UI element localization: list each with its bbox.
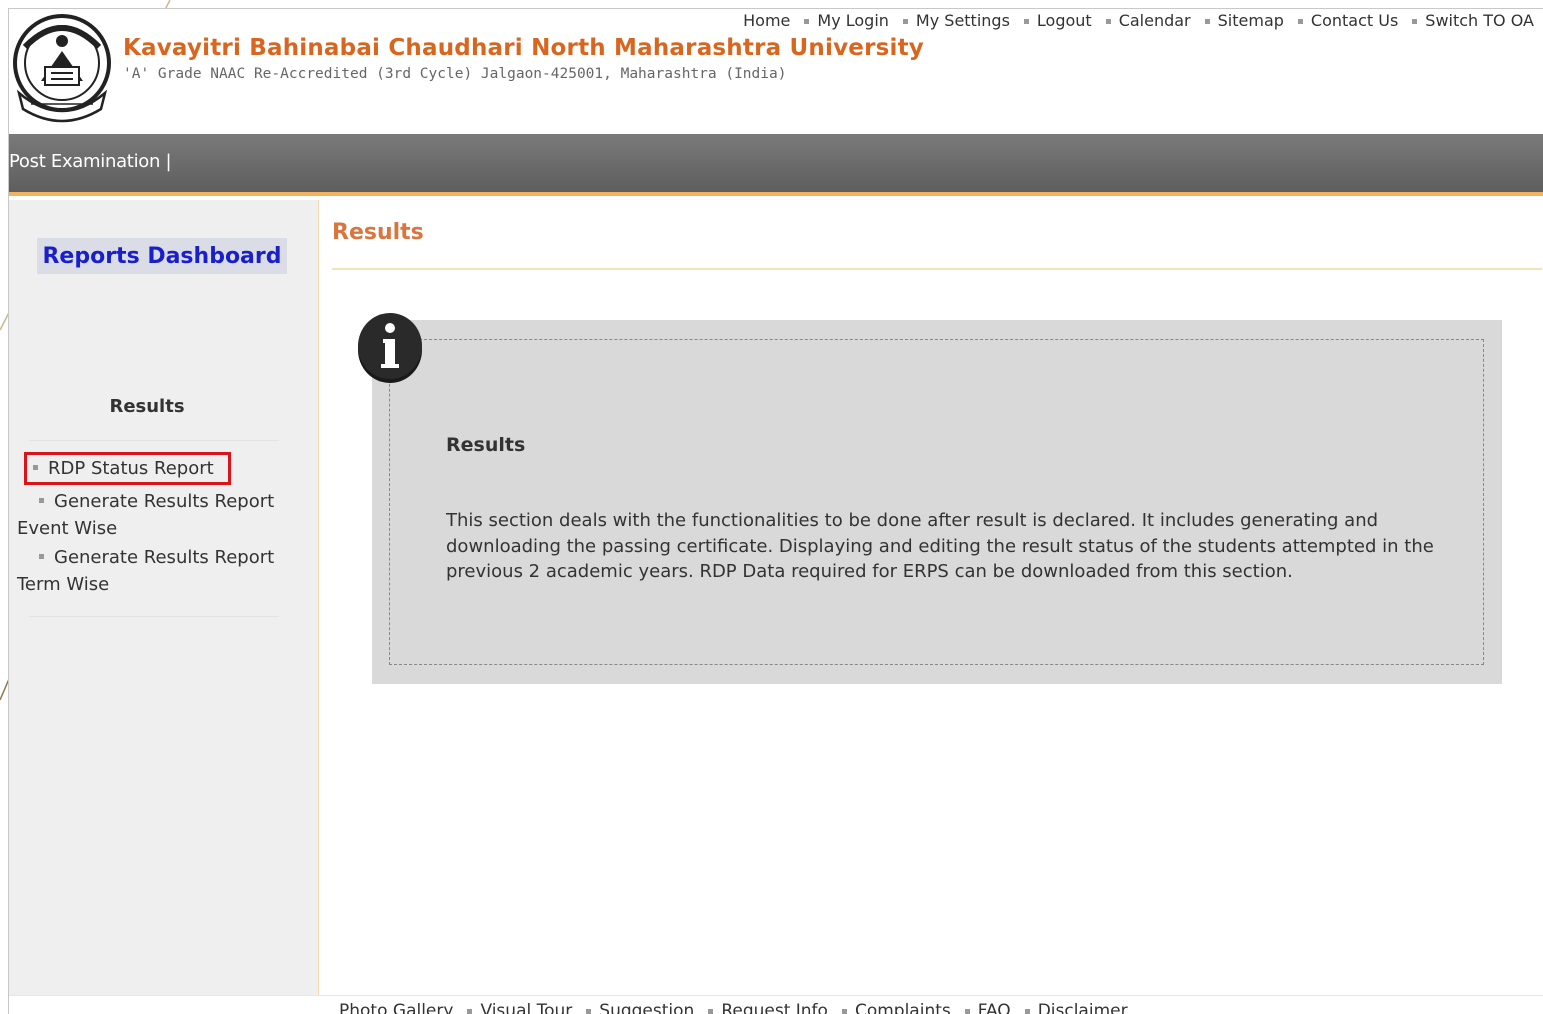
info-icon xyxy=(358,313,422,383)
link-sitemap[interactable]: Sitemap xyxy=(1218,11,1284,30)
info-panel: Results This section deals with the func… xyxy=(372,320,1502,684)
info-description: This section deals with the functionalit… xyxy=(446,510,1434,582)
link-separator xyxy=(467,1009,473,1014)
link-home[interactable]: Home xyxy=(743,11,790,30)
sidebar-item-rdp-status-report[interactable]: RDP Status Report xyxy=(24,452,231,485)
sidebar-item-label: RDP Status Report xyxy=(48,458,214,479)
university-subtitle: 'A' Grade NAAC Re-Accredited (3rd Cycle)… xyxy=(123,66,787,82)
info-panel-inner: Results This section deals with the func… xyxy=(389,339,1484,665)
sidebar-item-label: Generate Results Report xyxy=(54,491,275,512)
link-separator xyxy=(1412,19,1418,24)
page-title: Results xyxy=(332,220,424,245)
footer-link-disclaimer[interactable]: Disclaimer xyxy=(1038,1001,1128,1014)
link-separator xyxy=(964,1009,970,1014)
sidebar-section-title: Results xyxy=(109,396,185,417)
footer-link-request-info[interactable]: Request Info xyxy=(721,1001,828,1014)
link-separator xyxy=(586,1009,592,1014)
sidebar-item-label-cont: Term Wise xyxy=(17,574,110,595)
footer-link-complaints[interactable]: Complaints xyxy=(855,1001,951,1014)
footer-link-visual-tour[interactable]: Visual Tour xyxy=(480,1001,572,1014)
link-calendar[interactable]: Calendar xyxy=(1119,11,1191,30)
site-footer: Photo Gallery Visual Tour Suggestion Req… xyxy=(9,995,1543,1014)
sidebar-item-generate-results-event-wise[interactable]: Generate Results Report Event Wise xyxy=(17,488,295,542)
link-separator xyxy=(1297,19,1303,24)
bullet-icon xyxy=(33,465,38,470)
link-separator xyxy=(1105,19,1111,24)
footer-link-suggestion[interactable]: Suggestion xyxy=(599,1001,694,1014)
university-name: Kavayitri Bahinabai Chaudhari North Maha… xyxy=(123,35,924,61)
link-separator xyxy=(708,1009,714,1014)
main-content: Results Results This section deals with … xyxy=(320,200,1543,1014)
link-switch-to-oa[interactable]: Switch TO OA xyxy=(1425,11,1534,30)
link-my-settings[interactable]: My Settings xyxy=(916,11,1010,30)
footer-link-faq[interactable]: FAQ xyxy=(978,1001,1011,1014)
link-my-login[interactable]: My Login xyxy=(817,11,889,30)
top-links: Home My Login My Settings Logout Calenda… xyxy=(743,11,1534,30)
footer-links: Photo Gallery Visual Tour Suggestion Req… xyxy=(339,1001,1128,1014)
bullet-icon xyxy=(39,554,44,559)
link-separator xyxy=(902,19,908,24)
link-logout[interactable]: Logout xyxy=(1037,11,1092,30)
sidebar-divider xyxy=(29,616,279,617)
sidebar-menu: RDP Status Report Generate Results Repor… xyxy=(17,452,295,598)
sidebar-item-label: Generate Results Report xyxy=(54,547,275,568)
link-separator xyxy=(1024,1009,1030,1014)
link-separator xyxy=(804,19,810,24)
title-divider xyxy=(332,268,1542,270)
app-window: Kavayitri Bahinabai Chaudhari North Maha… xyxy=(8,8,1543,1014)
university-emblem-icon xyxy=(13,14,111,123)
reports-dashboard-title[interactable]: Reports Dashboard xyxy=(37,238,287,274)
sidebar: Reports Dashboard Results RDP Status Rep… xyxy=(9,200,319,1014)
main-navbar: Post Examination | xyxy=(9,134,1543,196)
nav-post-examination[interactable]: Post Examination | xyxy=(9,151,172,172)
sidebar-item-label-cont: Event Wise xyxy=(17,518,118,539)
sidebar-divider xyxy=(29,440,279,441)
link-separator xyxy=(841,1009,847,1014)
bullet-icon xyxy=(39,498,44,503)
footer-link-photo-gallery[interactable]: Photo Gallery xyxy=(339,1001,453,1014)
site-header: Kavayitri Bahinabai Chaudhari North Maha… xyxy=(9,9,1543,134)
link-separator xyxy=(1204,19,1210,24)
info-heading: Results xyxy=(446,434,526,456)
sidebar-item-generate-results-term-wise[interactable]: Generate Results Report Term Wise xyxy=(17,544,295,598)
link-contact-us[interactable]: Contact Us xyxy=(1311,11,1398,30)
link-separator xyxy=(1023,19,1029,24)
